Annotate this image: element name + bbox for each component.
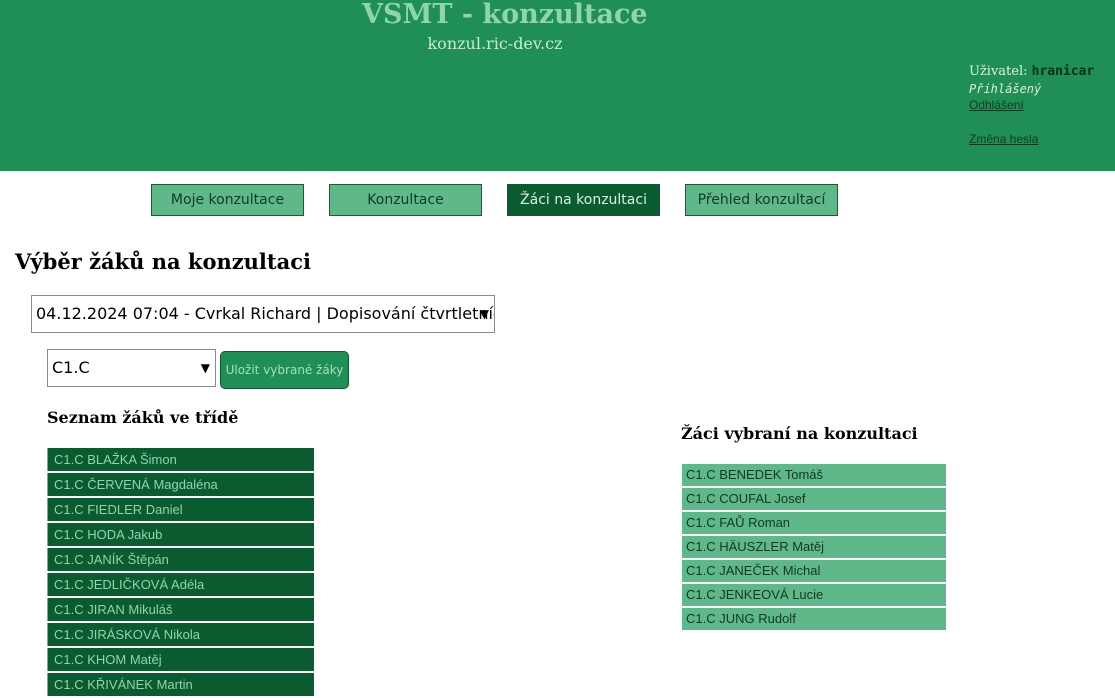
user-label: Uživatel:: [969, 64, 1028, 79]
class-student-item[interactable]: C1.C HODA Jakub: [47, 523, 314, 546]
nav-students-on-consultation[interactable]: Žáci na konzultaci: [507, 184, 660, 216]
consultation-select-value: 04.12.2024 07:04 - Cvrkal Richard | Dopi…: [36, 304, 494, 323]
nav-my-consultations[interactable]: Moje konzultace: [151, 184, 304, 216]
nav-consultations[interactable]: Konzultace: [329, 184, 482, 216]
class-student-item[interactable]: C1.C KŘIVÁNEK Martin: [47, 673, 314, 696]
class-select[interactable]: C1.C ▼: [47, 349, 216, 387]
class-student-item[interactable]: C1.C FIEDLER Daniel: [47, 498, 314, 521]
class-student-item[interactable]: C1.C JANÍK Štěpán: [47, 548, 314, 571]
nav-consultation-overview[interactable]: Přehled konzultací: [685, 184, 838, 216]
class-select-value: C1.C: [52, 358, 90, 377]
user-box: Uživatel: hranicar Přihlášený Odhlášení …: [969, 63, 1094, 148]
selected-student-list: C1.C BENEDEK Tomáš C1.C COUFAL Josef C1.…: [682, 464, 946, 632]
username: hranicar: [1031, 64, 1095, 79]
site-subtitle: konzul.ric-dev.cz: [427, 34, 563, 53]
page-title: Výběr žáků na konzultaci: [15, 249, 311, 274]
class-student-item[interactable]: C1.C ČERVENÁ Magdaléna: [47, 473, 314, 496]
change-password-link[interactable]: Změna hesla: [969, 131, 1094, 148]
class-list-heading: Seznam žáků ve třídě: [47, 408, 239, 427]
selected-student-item[interactable]: C1.C COUFAL Josef: [682, 488, 946, 510]
selected-student-item[interactable]: C1.C FAŮ Roman: [682, 512, 946, 534]
selected-student-item[interactable]: C1.C HÄUSZLER Matěj: [682, 536, 946, 558]
class-student-item[interactable]: C1.C JIRAN Mikuláš: [47, 598, 314, 621]
user-line: Uživatel: hranicar: [969, 63, 1094, 81]
save-selected-students-button[interactable]: Uložit vybrané žáky: [220, 351, 349, 389]
header-bar: VSMT - konzultace konzul.ric-dev.cz Uživ…: [0, 0, 1115, 171]
class-student-item[interactable]: C1.C KHOM Matěj: [47, 648, 314, 671]
class-student-item[interactable]: C1.C JIRÁSKOVÁ Nikola: [47, 623, 314, 646]
chevron-down-icon: ▼: [479, 307, 489, 321]
selected-student-item[interactable]: C1.C JENKEOVÁ Lucie: [682, 584, 946, 606]
selected-student-item[interactable]: C1.C JANEČEK Michal: [682, 560, 946, 582]
site-title: VSMT - konzultace: [362, 0, 648, 30]
chevron-down-icon: ▼: [200, 361, 210, 375]
class-student-item[interactable]: C1.C BLAŽKA Šimon: [47, 448, 314, 471]
class-student-list: C1.C BLAŽKA Šimon C1.C ČERVENÁ Magdaléna…: [47, 448, 314, 698]
consultation-select[interactable]: 04.12.2024 07:04 - Cvrkal Richard | Dopi…: [31, 295, 495, 333]
selected-student-item[interactable]: C1.C JUNG Rudolf: [682, 608, 946, 630]
class-student-item[interactable]: C1.C JEDLIČKOVÁ Adéla: [47, 573, 314, 596]
selected-student-item[interactable]: C1.C BENEDEK Tomáš: [682, 464, 946, 486]
logout-link[interactable]: Odhlášení: [969, 97, 1094, 114]
login-status: Přihlášený: [969, 82, 1042, 96]
selected-list-heading: Žáci vybraní na konzultaci: [681, 424, 918, 443]
